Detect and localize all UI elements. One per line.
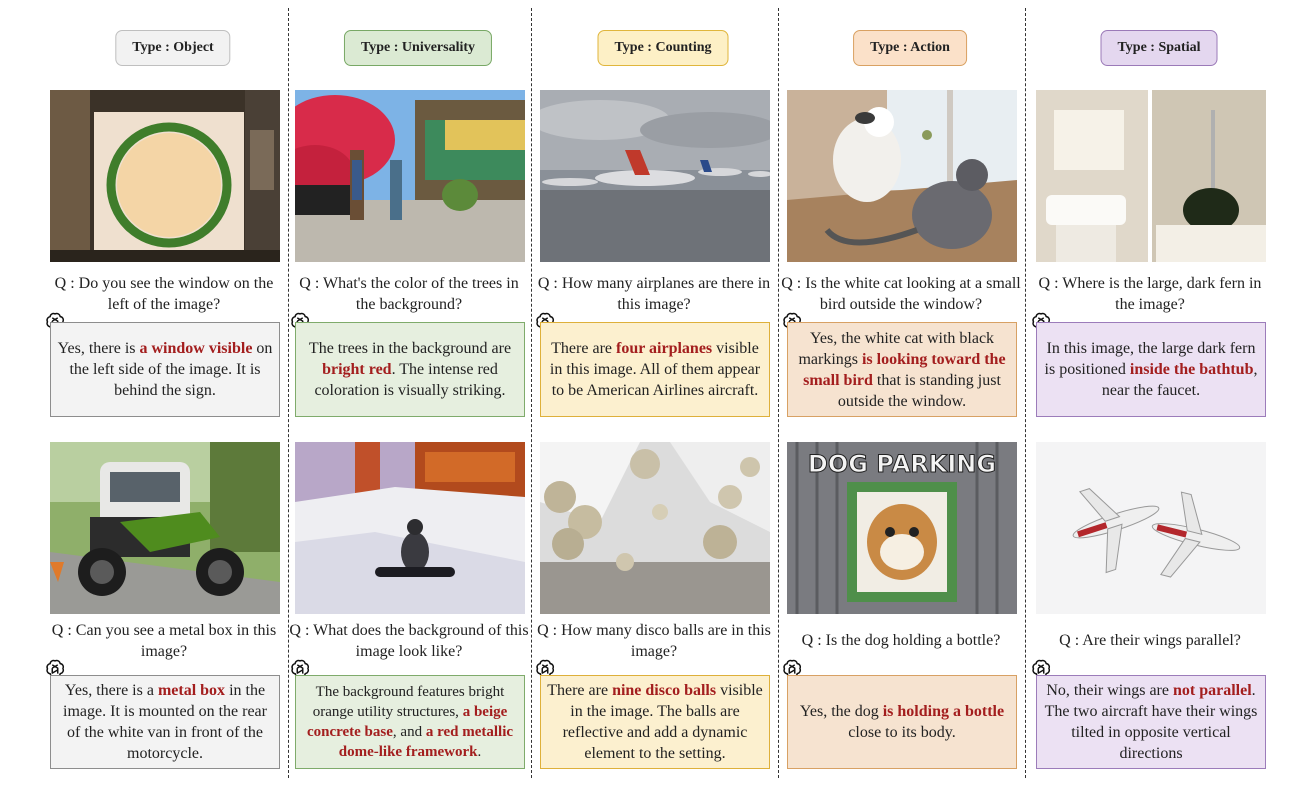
answer-segment: . [477,744,482,760]
highlighted-phrase: a window visible [139,340,253,357]
answer-box: The background features bright orange ut… [295,675,525,769]
photo-snowboarder [295,442,525,614]
question-text: Q : What does the background of this ima… [289,622,529,660]
question-text: Q : Is the dog holding a bottle? [801,632,1001,649]
answer-segment: Yes, the dog [799,703,883,720]
question-text: Q : How many disco balls are in this ima… [537,622,771,660]
highlighted-phrase: is holding a bottle [882,703,1005,720]
column-counting: Type : Counting Q : How many airplanes a… [536,0,786,790]
column-universality: Type : Universality Q : What's the color… [289,0,541,790]
answer-text: Yes, the white cat with black markings i… [794,328,1010,412]
answer-text: Yes, there is a window visible on the le… [57,338,273,401]
highlighted-phrase: bright red [322,361,392,378]
question-text: Q : Where is the large, dark fern in the… [1038,275,1262,313]
highlighted-phrase: not parallel [1172,682,1252,699]
answer-segment: Yes, there is [57,340,140,357]
question-text: Q : How many airplanes are there in this… [537,275,771,313]
answer-segment: close to its body. [848,724,956,741]
highlighted-phrase: metal box [157,682,226,699]
column-action: Type : Action Q : Is the white cat looki… [781,0,1033,790]
answer-box: No, their wings are not parallel. The tw… [1036,675,1266,769]
answer-box: There are nine disco balls visible in th… [540,675,770,769]
answer-text: The background features bright orange ut… [302,682,518,762]
question-text: Q : Can you see a metal box in this imag… [51,622,277,660]
answer-segment: There are [551,340,616,357]
answer-segment: There are [547,682,613,699]
type-badge: Type : Object [115,30,231,66]
svg-text:DOG PARKING: DOG PARKING [808,450,996,478]
question-text: Q : Is the white cat looking at a small … [781,275,1021,313]
highlighted-phrase: nine disco balls [612,682,717,699]
photo-two-aircraft [1036,442,1266,614]
type-badge: Type : Universality [343,30,493,66]
type-badge: Type : Spatial [1100,30,1218,66]
photo-window-sign [50,90,280,262]
answer-segment: No, their wings are [1046,682,1173,699]
answer-text: Yes, there is a metal box in the image. … [57,680,273,764]
photo-red-trees-street [295,90,525,262]
answer-box: There are four airplanes visible in this… [540,322,770,417]
answer-box: Yes, the dog is holding a bottle close t… [787,675,1017,769]
photo-airplanes [540,90,770,262]
question-text: Q : Are their wings parallel? [1059,632,1241,649]
answer-segment: , and [392,724,426,740]
answer-box: Yes, the white cat with black markings i… [787,322,1017,417]
photo-motorcycle-van [50,442,280,614]
answer-box: The trees in the background are bright r… [295,322,525,417]
answer-box: In this image, the large dark fern is po… [1036,322,1266,417]
question-text: Q : What's the color of the trees in the… [299,275,519,313]
answer-segment: Yes, there is a [64,682,158,699]
answer-text: There are nine disco balls visible in th… [547,680,763,764]
photo-bathroom-fern [1036,90,1266,262]
answer-box: Yes, there is a metal box in the image. … [50,675,280,769]
answer-text: The trees in the background are bright r… [302,338,518,401]
answer-segment: The trees in the background are [308,340,512,357]
answer-box: Yes, there is a window visible on the le… [50,322,280,417]
highlighted-phrase: four airplanes [616,340,713,357]
answer-text: No, their wings are not parallel. The tw… [1043,680,1259,764]
highlighted-phrase: inside the bathtub [1129,361,1254,378]
answer-text: Yes, the dog is holding a bottle close t… [794,701,1010,743]
photo-dog-mural: DOG PARKING [787,442,1017,614]
column-spatial: Type : Spatial Q : Where is the large, d… [1032,0,1282,790]
answer-text: In this image, the large dark fern is po… [1043,338,1259,401]
answer-text: There are four airplanes visible in this… [547,338,763,401]
column-object: Type : Object Q : Do you see the window … [46,0,296,790]
type-badge: Type : Counting [597,30,729,66]
photo-disco-balls [540,442,770,614]
type-badge: Type : Action [853,30,967,66]
photo-cats-window [787,90,1017,262]
question-text: Q : Do you see the window on the left of… [54,275,274,313]
